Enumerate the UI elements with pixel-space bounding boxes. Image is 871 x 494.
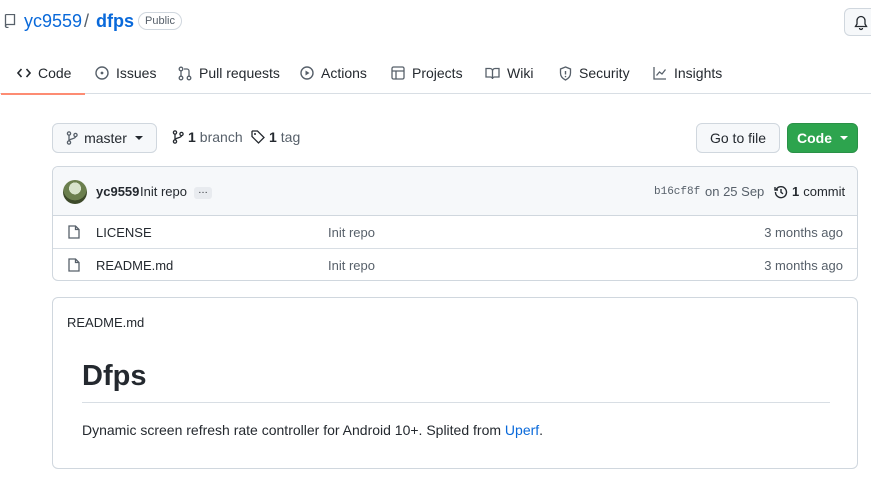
tab-issues[interactable]: Issues (95, 52, 156, 94)
pull-request-icon (178, 66, 192, 80)
tag-word: tag (280, 129, 301, 145)
tags-link[interactable]: 1 tag (251, 129, 300, 145)
commit-count: 1 (792, 184, 800, 199)
git-branch-icon (172, 130, 184, 144)
branch-name: master (84, 130, 127, 146)
issue-icon (95, 66, 109, 80)
file-name-link[interactable]: README.md (96, 258, 173, 273)
commit-message-link[interactable]: Init repo (140, 184, 187, 199)
readme-filename-link[interactable]: README.md (67, 315, 144, 330)
actions-play-icon (300, 66, 314, 80)
projects-table-icon (391, 66, 405, 80)
file-commit-message-link[interactable]: Init repo (328, 225, 375, 240)
tab-actions[interactable]: Actions (300, 52, 367, 94)
notifications-button[interactable] (844, 8, 871, 36)
file-icon (68, 225, 80, 239)
branch-word: branch (199, 129, 243, 145)
book-icon (485, 67, 500, 79)
tab-wiki[interactable]: Wiki (485, 52, 533, 94)
tag-count: 1 (269, 129, 277, 145)
file-browser: yc9559 Init repo … b16cf8f on 25 Sep 1 c… (52, 166, 858, 281)
tab-insights[interactable]: Insights (653, 52, 722, 94)
tab-pull-requests-label: Pull requests (199, 65, 280, 81)
file-icon (68, 258, 80, 272)
tab-security-label: Security (579, 65, 630, 81)
chevron-down-icon (840, 136, 848, 140)
tab-insights-label: Insights (674, 65, 723, 81)
readme-description: Dynamic screen refresh rate controller f… (82, 422, 543, 438)
latest-commit-bar: yc9559 Init repo … b16cf8f on 25 Sep 1 c… (53, 167, 857, 216)
tag-icon (251, 130, 265, 144)
tab-issues-label: Issues (116, 65, 157, 81)
readme-divider (82, 402, 830, 403)
code-dropdown-button[interactable]: Code (787, 123, 858, 153)
tab-projects-label: Projects (412, 65, 463, 81)
git-branch-icon (66, 131, 78, 145)
commit-count-word: commit (803, 184, 846, 199)
avatar[interactable] (63, 180, 87, 204)
bell-icon (854, 15, 868, 31)
repo-path-separator: / (84, 11, 90, 31)
commit-history-link[interactable]: 1 commit (774, 184, 845, 199)
tab-pull-requests[interactable]: Pull requests (178, 52, 280, 94)
tab-code-label: Code (38, 65, 72, 81)
tab-code[interactable]: Code (0, 52, 87, 95)
readme-text-end: . (539, 422, 544, 438)
go-to-file-button[interactable]: Go to file (696, 123, 780, 153)
repo-nav-tabs: Code Issues Pull requests Actions Projec… (0, 52, 871, 95)
readme-text: Dynamic screen refresh rate controller f… (82, 422, 505, 438)
chevron-down-icon (134, 136, 143, 140)
tab-projects[interactable]: Projects (391, 52, 463, 94)
file-commit-message-link[interactable]: Init repo (328, 258, 375, 273)
branches-link[interactable]: 1 branch (172, 129, 243, 145)
uperf-link[interactable]: Uperf (505, 422, 539, 438)
expand-commit-button[interactable]: … (194, 186, 212, 199)
repo-name-link[interactable]: dfps (96, 11, 134, 32)
commit-sha-link[interactable]: b16cf8f (654, 186, 700, 198)
readme-heading: Dfps (82, 360, 147, 392)
file-name-link[interactable]: LICENSE (96, 225, 152, 240)
repo-owner-link[interactable]: yc9559 (24, 11, 82, 32)
file-age: 3 months ago (764, 225, 843, 240)
commit-author-link[interactable]: yc9559 (96, 184, 139, 199)
code-icon (17, 68, 31, 78)
graph-icon (653, 67, 667, 80)
tab-actions-label: Actions (321, 65, 367, 81)
readme-panel: README.md Dfps Dynamic screen refresh ra… (52, 297, 858, 469)
file-row-readme[interactable]: README.md Init repo 3 months ago (53, 249, 857, 280)
branch-count: 1 (188, 129, 196, 145)
repo-icon (4, 14, 16, 28)
visibility-badge: Public (138, 12, 182, 30)
tab-security[interactable]: Security (559, 52, 630, 94)
file-age: 3 months ago (764, 258, 843, 273)
code-button-label: Code (797, 130, 832, 146)
tab-wiki-label: Wiki (507, 65, 534, 81)
file-row-license[interactable]: LICENSE Init repo 3 months ago (53, 216, 857, 249)
repo-header: yc9559 / dfps Public (0, 0, 871, 42)
commit-date: on 25 Sep (705, 184, 765, 199)
branch-select-button[interactable]: master (52, 123, 157, 153)
history-icon (774, 185, 788, 198)
shield-icon (559, 65, 572, 81)
